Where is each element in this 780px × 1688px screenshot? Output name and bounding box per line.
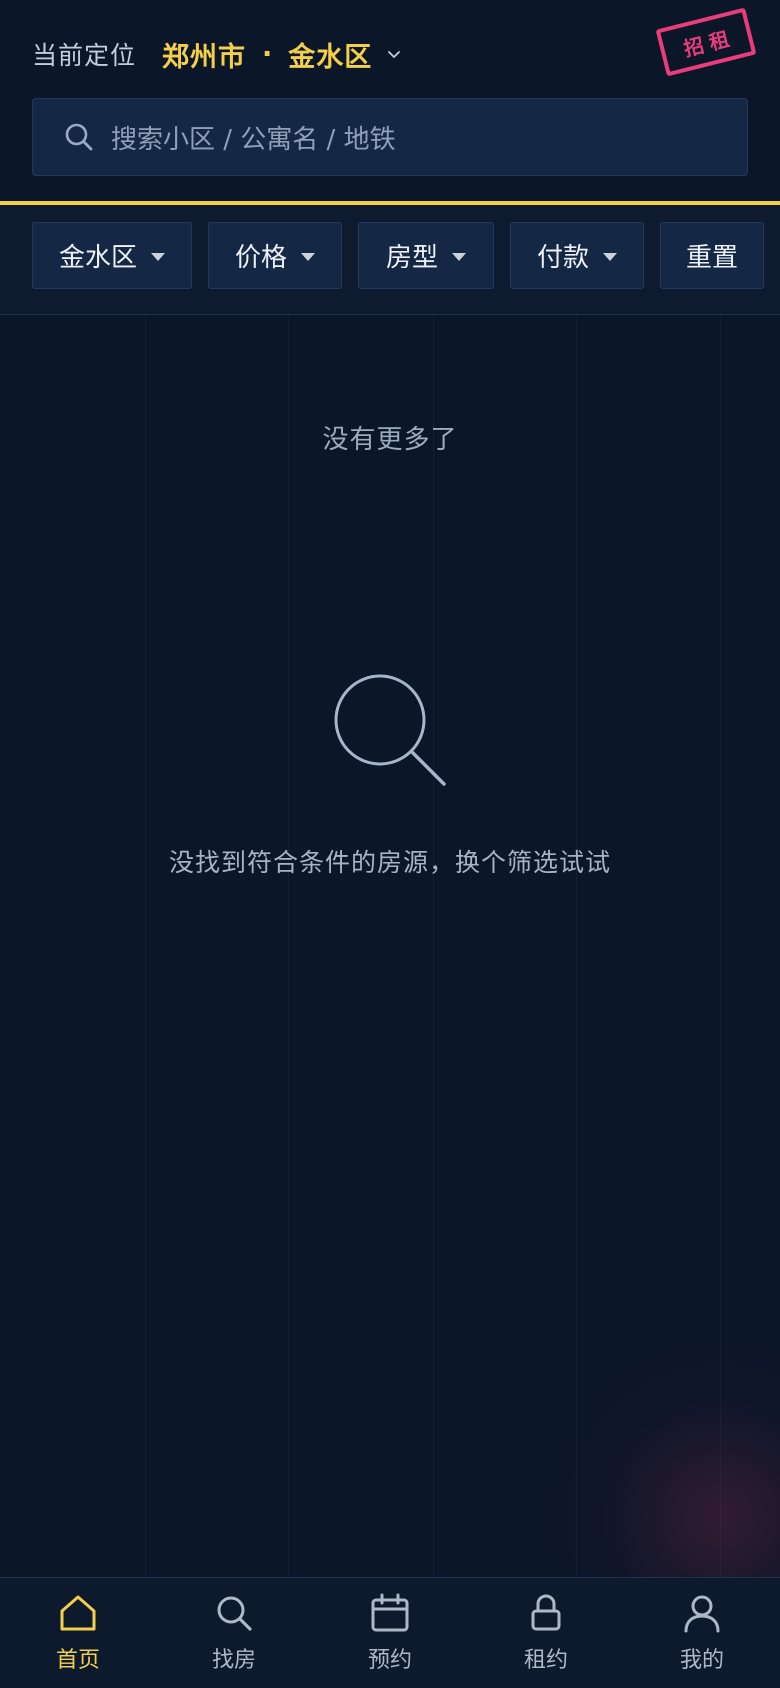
no-more-text: 没有更多了 [322,425,458,455]
tab-appointment[interactable]: 预约 [312,1578,468,1688]
caret-down-icon [301,252,315,261]
location-label: 当前定位 [32,41,137,70]
location-selector[interactable]: 当前定位 郑州市 · 金水区 [32,32,402,76]
tab-mine-label: 我的 [679,1648,724,1673]
tab-find-house-label: 找房 [211,1648,256,1673]
search-icon [334,674,446,786]
caret-down-icon [603,252,617,261]
filter-district-label: 金水区 [58,243,137,273]
location-city[interactable]: 郑州市 [162,35,246,74]
filter-district-button[interactable]: 金水区 [32,222,192,289]
caret-down-icon [452,252,466,261]
location-district[interactable]: 金水区 [288,35,372,74]
tab-home[interactable]: 首页 [0,1578,156,1688]
filter-price-button[interactable]: 价格 [208,222,342,289]
tab-lease-label: 租约 [523,1648,568,1673]
filter-bar: 金水区 价格 房型 付款 重置 [0,205,780,315]
search-placeholder: 搜索小区 / 公寓名 / 地铁 [111,124,396,155]
app-screen: 当前定位 郑州市 · 金水区 招租 搜索小区 / 公寓名 / 地铁 金水区 价格 [0,0,780,1688]
search-input[interactable]: 搜索小区 / 公寓名 / 地铁 [32,98,748,176]
lock-icon [531,1594,561,1631]
filter-layout-button[interactable]: 房型 [358,222,494,289]
grid-line [288,315,289,1577]
filter-payment-label: 付款 [536,243,589,273]
filter-payment-button[interactable]: 付款 [510,222,644,289]
grid-line [145,315,146,1577]
tab-find-house[interactable]: 找房 [156,1578,312,1688]
filter-price-label: 价格 [234,243,287,273]
stamp-label: 招租 [681,24,738,61]
tab-mine[interactable]: 我的 [624,1578,780,1688]
search-icon [65,123,93,151]
bottom-tab-bar: 首页 找房 预约 租约 我的 [0,1577,780,1688]
listing-area[interactable]: 没有更多了 没找到符合条件的房源，换个筛选试试 [0,315,780,1577]
tab-lease[interactable]: 租约 [468,1578,624,1688]
filter-reset-label: 重置 [685,243,738,273]
location-separator: · [262,38,273,70]
chevron-down-icon[interactable] [386,46,402,62]
user-icon [684,1595,720,1633]
caret-down-icon [151,252,165,261]
calendar-icon [371,1593,409,1632]
search-icon [217,1596,252,1631]
header: 当前定位 郑州市 · 金水区 招租 搜索小区 / 公寓名 / 地铁 [0,0,780,202]
empty-state-message: 没找到符合条件的房源，换个筛选试试 [168,848,611,877]
rent-out-stamp[interactable]: 招租 [655,7,757,77]
filter-reset-button[interactable]: 重置 [660,222,764,289]
grid-line [433,315,434,1577]
tab-appointment-label: 预约 [367,1648,412,1673]
tab-home-label: 首页 [55,1648,100,1673]
home-icon [60,1595,96,1631]
filter-layout-label: 房型 [385,243,438,273]
grid-line [576,315,577,1577]
